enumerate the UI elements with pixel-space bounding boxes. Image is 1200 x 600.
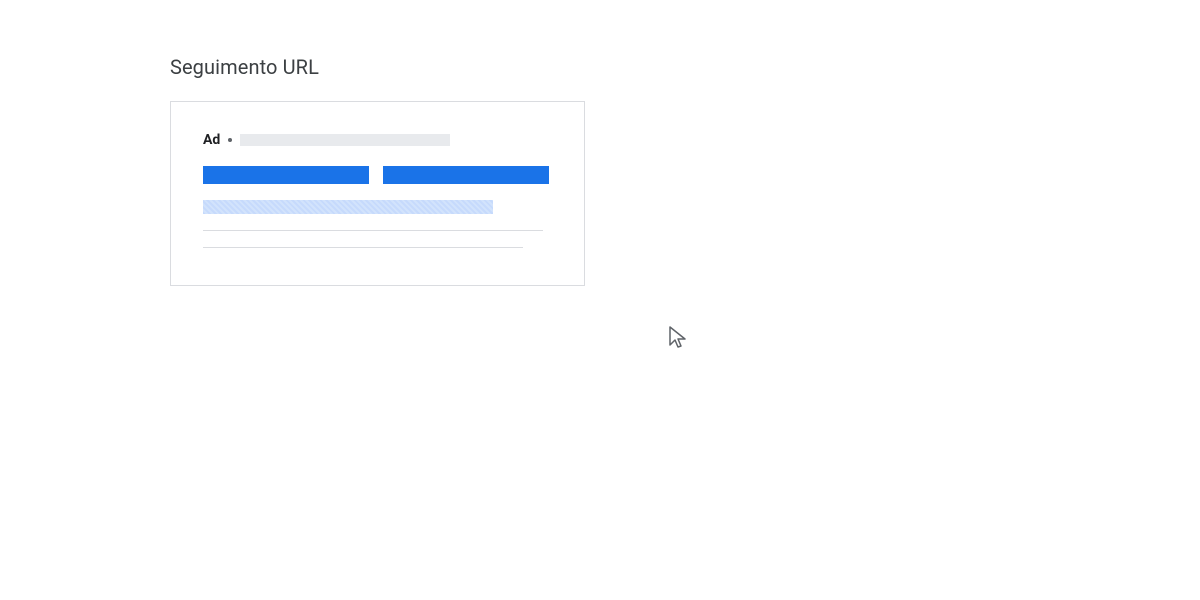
ad-label: Ad (203, 132, 220, 148)
separator-dot (228, 138, 232, 142)
description-line-2 (203, 247, 523, 248)
display-url-placeholder (240, 134, 450, 146)
ad-preview-card: Ad (170, 101, 585, 286)
ad-header-row: Ad (203, 132, 552, 148)
path-placeholder (203, 200, 493, 214)
description-line-1 (203, 230, 543, 231)
cursor-icon (668, 325, 692, 355)
headline-placeholder-1 (203, 166, 369, 184)
section-title: Seguimento URL (170, 55, 585, 79)
headline-placeholder-2 (383, 166, 549, 184)
headline-row (203, 166, 552, 184)
